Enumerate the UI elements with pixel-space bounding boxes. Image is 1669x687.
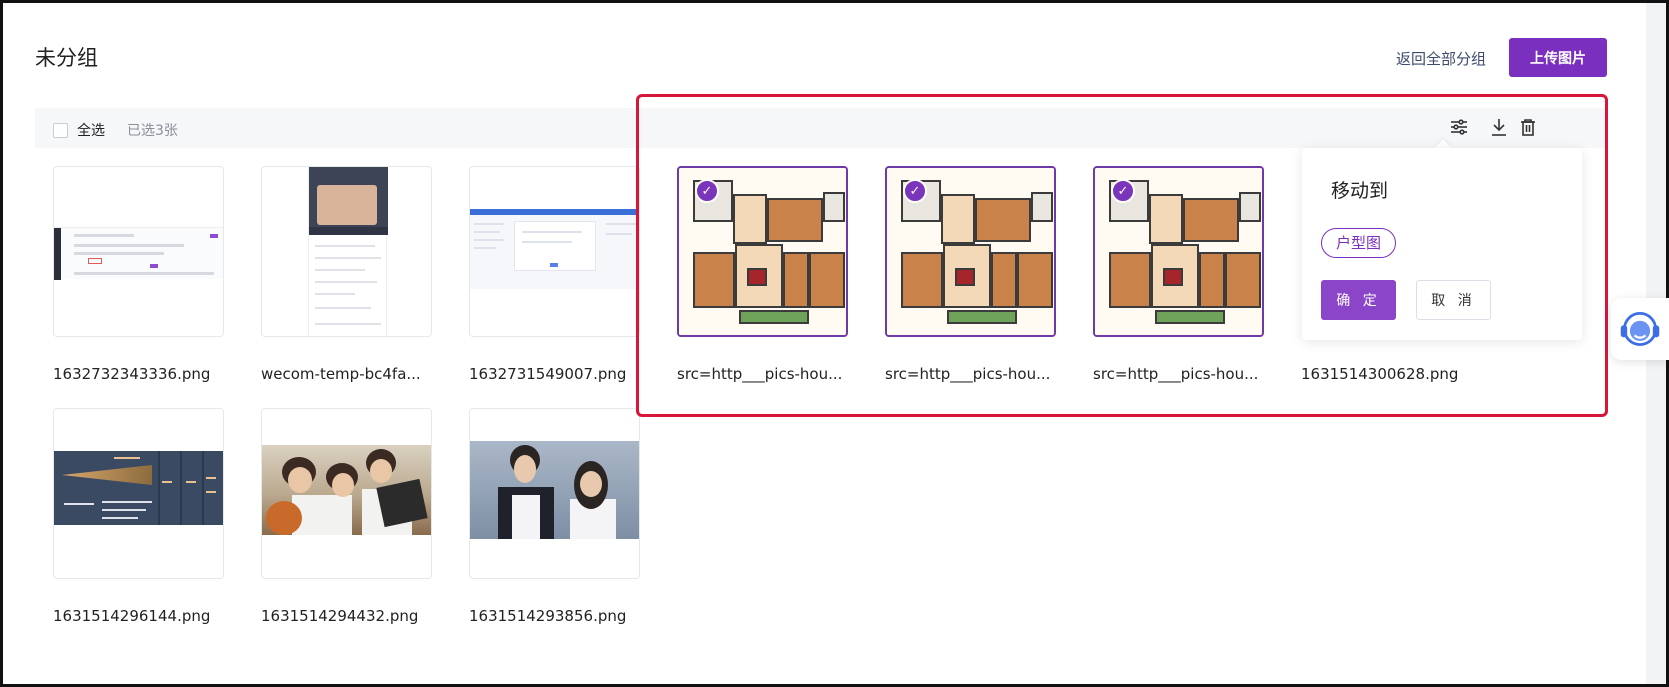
image-filename: 1632732343336.png — [53, 365, 211, 383]
image-filename: src=http___pics-hou... — [677, 365, 843, 383]
thumbnail-fountain-pen-banner — [54, 451, 223, 525]
image-filename: wecom-temp-bc4fa... — [261, 365, 421, 383]
image-card-1631514293856[interactable] — [469, 408, 640, 579]
upload-image-button[interactable]: 上传图片 — [1509, 38, 1607, 77]
image-filename: 1632731549007.png — [469, 365, 627, 383]
trash-icon[interactable] — [1517, 116, 1539, 138]
thumbnail-station-photo — [470, 441, 639, 539]
select-all-label: 全选 — [77, 123, 105, 139]
selected-check-icon: ✓ — [1111, 179, 1135, 203]
move-to-popover: 移动到 户型图 确 定 取 消 — [1302, 148, 1582, 340]
selected-count: 已选3张 — [127, 123, 178, 139]
image-filename: 1631514300628.png — [1301, 365, 1459, 383]
customer-service-icon — [1620, 312, 1660, 346]
image-card-floorplan-1[interactable]: ✓ — [677, 166, 848, 337]
image-filename: 1631514293856.png — [469, 607, 627, 625]
thumbnail-friends-photo — [262, 445, 431, 535]
popover-title: 移动到 — [1331, 180, 1389, 202]
selected-check-icon: ✓ — [695, 179, 719, 203]
selected-check-icon: ✓ — [903, 179, 927, 203]
image-filename: 1631514294432.png — [261, 607, 419, 625]
customer-service-button[interactable] — [1611, 298, 1669, 360]
image-card-1632731549007[interactable] — [469, 166, 640, 337]
image-filename: src=http___pics-hou... — [885, 365, 1051, 383]
back-to-all-groups-link[interactable]: 返回全部分组 — [1396, 48, 1486, 69]
group-tag-floor-plan[interactable]: 户型图 — [1321, 228, 1397, 258]
image-card-wecom-temp[interactable] — [261, 166, 432, 337]
page-title: 未分组 — [35, 46, 98, 70]
cancel-button[interactable]: 取 消 — [1416, 280, 1491, 320]
image-card-1631514296144[interactable] — [53, 408, 224, 579]
image-filename: 1631514296144.png — [53, 607, 211, 625]
image-card-floorplan-3[interactable]: ✓ — [1093, 166, 1264, 337]
image-card-1631514294432[interactable] — [261, 408, 432, 579]
image-card-1632732343336[interactable] — [53, 166, 224, 337]
sliders-icon[interactable] — [1448, 116, 1470, 138]
image-filename: src=http___pics-hou... — [1093, 365, 1259, 383]
image-card-floorplan-2[interactable]: ✓ — [885, 166, 1056, 337]
thumbnail-web-admin-screenshot — [54, 227, 223, 280]
select-all-checkbox[interactable] — [53, 122, 68, 138]
thumbnail-form-screenshot — [470, 209, 639, 289]
download-icon[interactable] — [1488, 116, 1510, 138]
selection-toolbar: 全选 已选3张 — [35, 108, 1607, 148]
confirm-button[interactable]: 确 定 — [1321, 280, 1396, 320]
thumbnail-mobile-screenshot — [308, 167, 388, 336]
select-all-control[interactable]: 全选 — [53, 120, 105, 140]
app-window — [0, 0, 1669, 687]
